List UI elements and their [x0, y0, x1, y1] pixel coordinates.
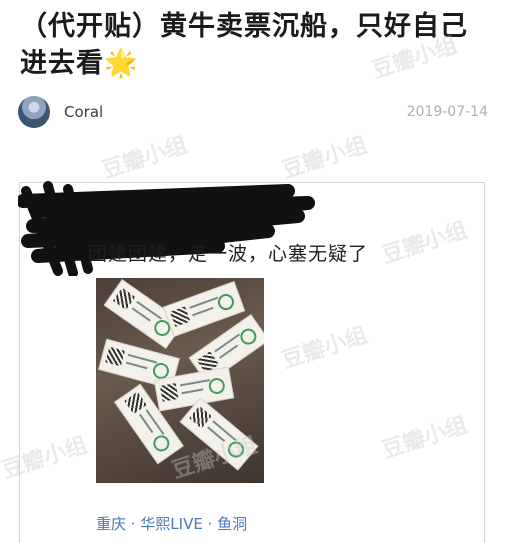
post-text: 团建团建，走一波，心塞无疑了 [88, 243, 369, 265]
watermark: 豆瓣小组 [279, 132, 371, 184]
star-icon: 🌟 [104, 48, 139, 79]
embedded-post-card: 团建团建，走一波，心塞无疑了 重庆 · 华熙LIVE · 鱼洞 [18, 181, 485, 543]
author-name[interactable]: Coral [64, 103, 103, 121]
post-date: 2019-07-14 [406, 104, 488, 120]
post-title: （代开贴）黄牛卖票沉船，只好自己进去看🌟 [20, 8, 490, 82]
avatar[interactable] [18, 96, 50, 128]
tickets-photo[interactable] [96, 278, 264, 483]
ticket [179, 397, 259, 471]
watermark: 豆瓣小组 [99, 132, 191, 184]
author-row: Coral 2019-07-14 [18, 96, 488, 130]
post-title-text: （代开贴）黄牛卖票沉船，只好自己进去看 [20, 11, 468, 79]
